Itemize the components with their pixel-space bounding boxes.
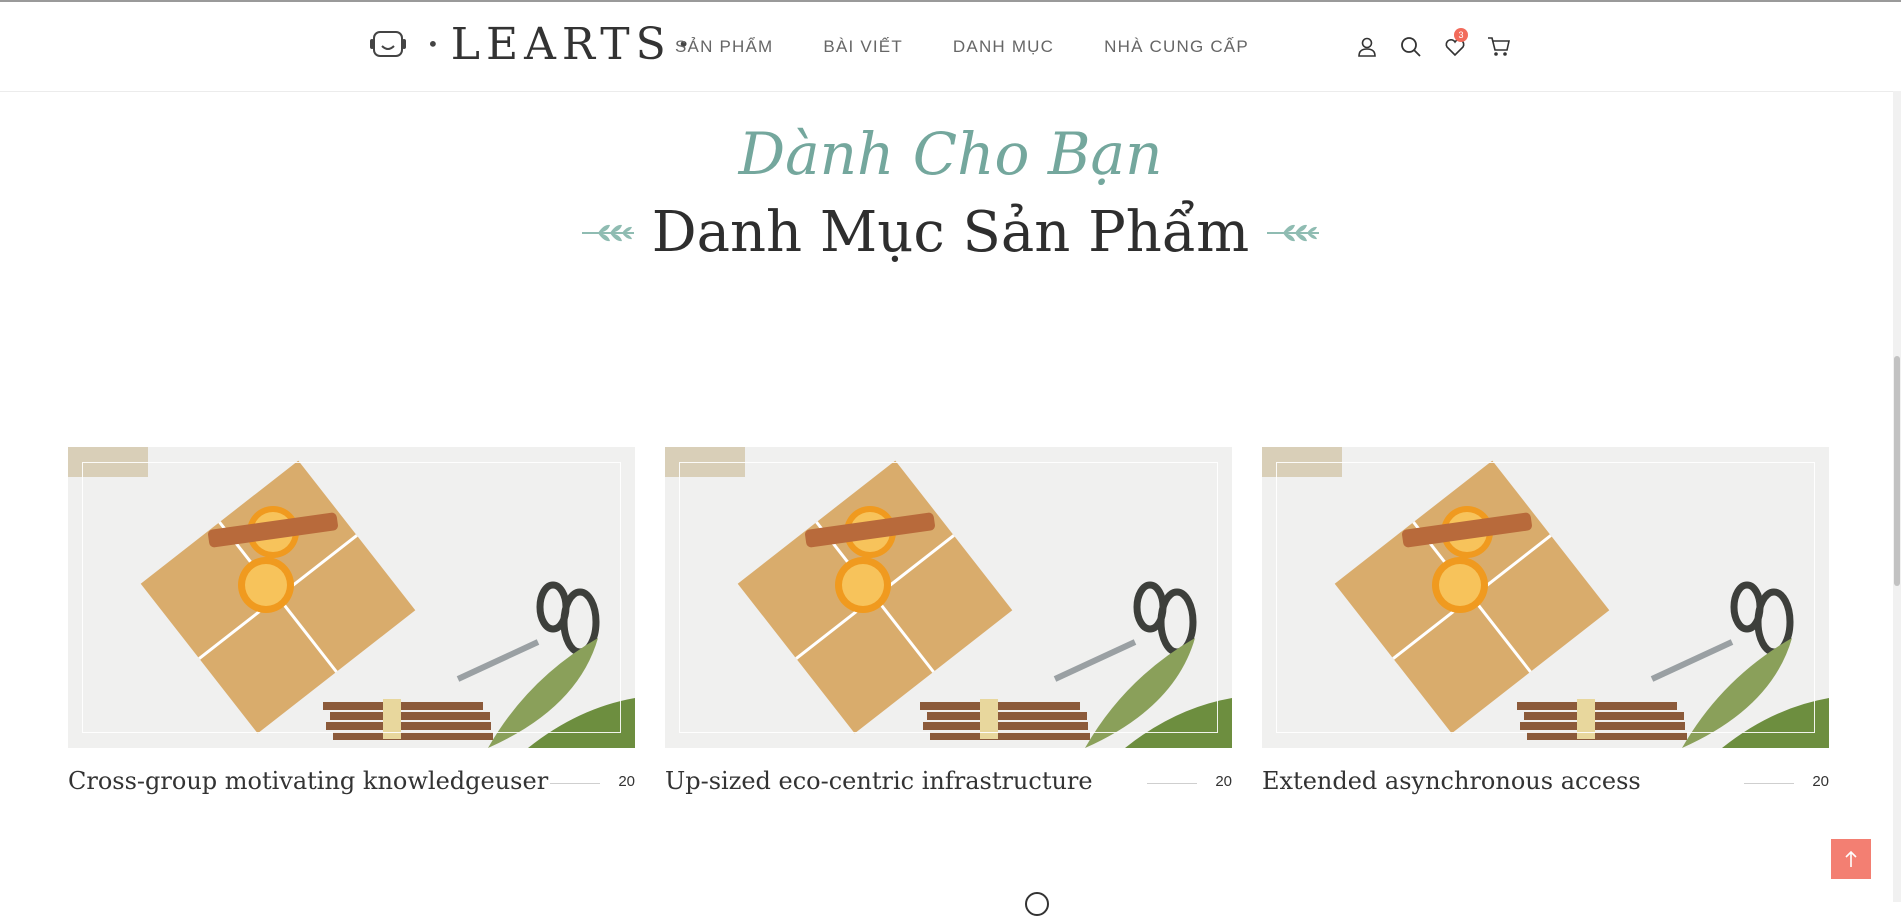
category-title[interactable]: Cross-group motivating knowledgeuser bbox=[68, 767, 548, 795]
section-title-row: Danh Mục Sản Phẩm bbox=[0, 200, 1901, 265]
logo-face-icon bbox=[370, 31, 406, 57]
nav-item-categories[interactable]: DANH MỤC bbox=[953, 37, 1054, 57]
header-actions: 3 bbox=[1353, 28, 1529, 61]
cart-icon[interactable] bbox=[1485, 33, 1513, 61]
main-nav: SẢN PHẨM BÀI VIẾT DANH MỤC NHÀ CUNG CẤP bbox=[675, 37, 1299, 57]
arrow-up-icon bbox=[1845, 850, 1857, 867]
carousel-indicator[interactable] bbox=[1025, 892, 1049, 916]
nav-item-articles[interactable]: BÀI VIẾT bbox=[823, 37, 903, 57]
section-title: Danh Mục Sản Phẩm bbox=[651, 200, 1250, 265]
category-footer: Up-sized eco-centric infrastructure 20 bbox=[665, 761, 1232, 801]
heart-icon[interactable]: 3 bbox=[1441, 28, 1469, 61]
section-subtitle: Dành Cho Bạn bbox=[738, 120, 1163, 188]
category-card[interactable]: Extended asynchronous access 20 bbox=[1262, 447, 1829, 801]
category-footer: Cross-group motivating knowledgeuser 20 bbox=[68, 761, 635, 801]
leaf-decoration-right-icon bbox=[1267, 224, 1320, 241]
back-to-top-button[interactable] bbox=[1831, 839, 1871, 879]
category-card[interactable]: Up-sized eco-centric infrastructure 20 bbox=[665, 447, 1232, 801]
site-logo[interactable]: • LEARTS • bbox=[369, 19, 702, 70]
user-icon[interactable] bbox=[1353, 33, 1381, 61]
divider bbox=[550, 783, 600, 784]
category-count: 20 bbox=[618, 773, 635, 790]
category-image[interactable] bbox=[665, 447, 1232, 748]
site-header: • LEARTS • SẢN PHẨM BÀI VIẾT DANH MỤC NHÀ … bbox=[0, 2, 1901, 92]
scrollbar-thumb[interactable] bbox=[1894, 356, 1900, 586]
divider bbox=[1147, 783, 1197, 784]
divider bbox=[1744, 783, 1794, 784]
category-title[interactable]: Up-sized eco-centric infrastructure bbox=[665, 767, 1093, 795]
nav-item-suppliers[interactable]: NHÀ CUNG CẤP bbox=[1104, 37, 1249, 57]
category-title[interactable]: Extended asynchronous access bbox=[1262, 767, 1641, 795]
leaf-decoration-left-icon bbox=[581, 224, 634, 241]
category-count: 20 bbox=[1215, 773, 1232, 790]
category-count: 20 bbox=[1812, 773, 1829, 790]
brand-name: LEARTS bbox=[450, 18, 672, 70]
search-icon[interactable] bbox=[1397, 33, 1425, 61]
logo-wordmark: • LEARTS • bbox=[427, 18, 696, 70]
nav-item-products[interactable]: SẢN PHẨM bbox=[675, 37, 773, 57]
wishlist-count-badge: 3 bbox=[1454, 28, 1468, 42]
category-card[interactable]: Cross-group motivating knowledgeuser 20 bbox=[68, 447, 635, 801]
category-image[interactable] bbox=[68, 447, 635, 748]
category-image[interactable] bbox=[1262, 447, 1829, 748]
category-footer: Extended asynchronous access 20 bbox=[1262, 761, 1829, 801]
